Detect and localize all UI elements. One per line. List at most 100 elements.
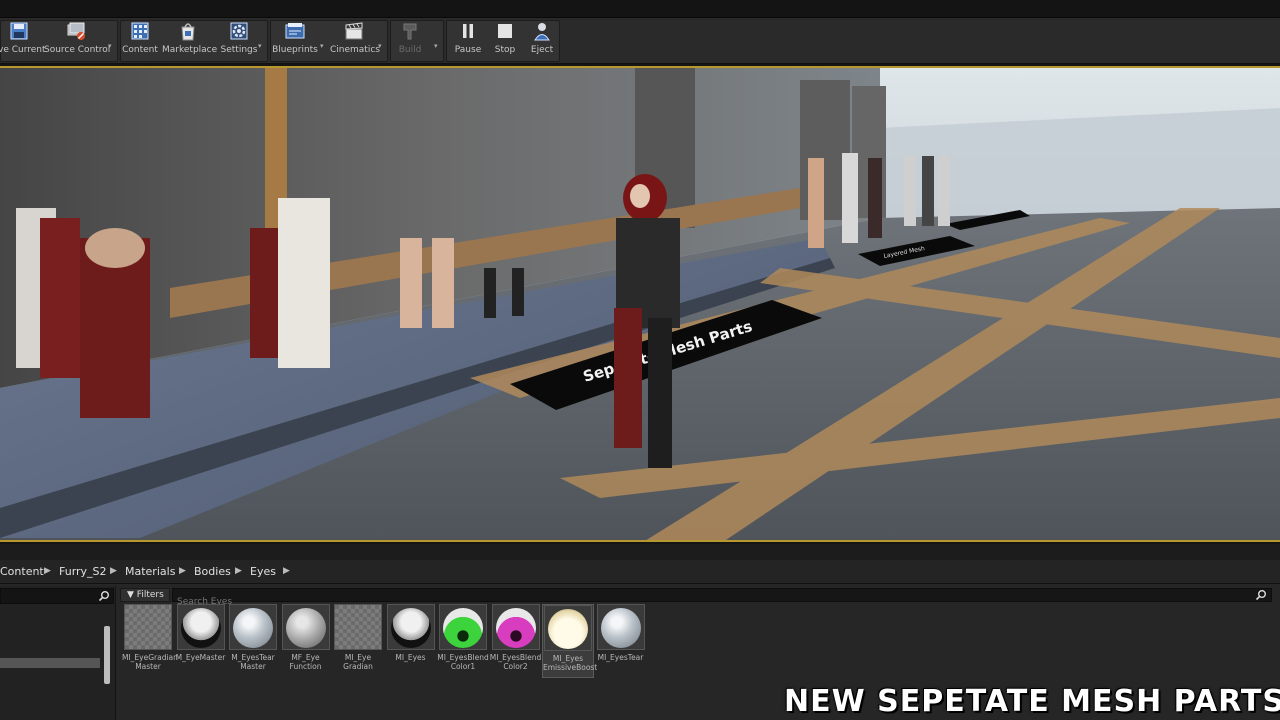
build-label: Build [398, 45, 422, 55]
folder-tree-scrollbar[interactable] [104, 626, 110, 684]
filters-label: Filters [136, 590, 164, 600]
build-button[interactable]: Build [394, 20, 426, 60]
save-icon [10, 22, 28, 40]
material-sphere-icon [233, 608, 273, 648]
settings-button[interactable]: Settings [220, 20, 258, 60]
breadcrumb-bodies[interactable]: Bodies [194, 565, 231, 578]
marketplace-label: Marketplace [162, 45, 218, 55]
marketplace-bag-icon [181, 23, 195, 41]
video-caption-banner: NEW SEPETATE MESH PARTS [784, 684, 1280, 719]
content-label: Content [122, 45, 158, 55]
asset-name: MI_Eyes [395, 653, 426, 662]
asset-tile[interactable]: MI_EyesBlend Color1 [437, 604, 489, 678]
material-sphere-icon [180, 608, 221, 648]
main-toolbar: ve Current Source Control ▾ Content Mark… [0, 18, 1280, 64]
asset-thumbnail [544, 605, 592, 651]
cinematics-label: Cinematics [330, 45, 380, 55]
asset-name: MI_EyesBlend Color2 [489, 653, 542, 671]
pause-icon [463, 24, 473, 38]
cinematics-clapper-icon [345, 22, 363, 40]
panel-splitter[interactable] [0, 544, 1280, 560]
asset-tile[interactable]: M_EyesTear Master [227, 604, 279, 678]
breadcrumb-arrow-icon[interactable]: ▶ [110, 566, 117, 576]
breadcrumb-furry-s2[interactable]: Furry_S2 [59, 565, 107, 578]
asset-tile[interactable]: MF_Eye Function [280, 604, 332, 678]
breadcrumb-materials[interactable]: Materials [125, 565, 175, 578]
editor-window: ve Current Source Control ▾ Content Mark… [0, 0, 1280, 720]
filters-button[interactable]: ▼ Filters ▾ [120, 588, 170, 612]
asset-tile[interactable]: MI_Eyes EmissiveBoost [542, 604, 598, 678]
settings-caret-icon[interactable]: ▾ [258, 42, 262, 50]
folder-tree-item[interactable] [0, 658, 100, 668]
eject-icon [534, 23, 550, 41]
asset-thumbnail [229, 604, 277, 650]
blueprints-button[interactable]: Blueprints [272, 20, 318, 60]
asset-name: MI_EyesTear [597, 653, 644, 662]
material-sphere-icon [548, 609, 588, 649]
asset-thumbnail [281, 604, 330, 650]
stop-button[interactable]: Stop [489, 20, 521, 60]
material-sphere-icon [390, 608, 431, 648]
cinematics-caret-icon[interactable]: ▾ [378, 42, 382, 50]
settings-label: Settings [220, 45, 258, 55]
content-button[interactable]: Content [122, 20, 158, 60]
asset-name: MI_Eyes EmissiveBoost [543, 654, 598, 672]
source-control-icon [67, 22, 85, 40]
settings-gear-icon [230, 22, 248, 40]
material-sphere-icon [495, 608, 536, 648]
breadcrumb-content[interactable]: Content [0, 565, 44, 578]
asset-thumbnail [124, 604, 172, 650]
pause-button[interactable]: Pause [452, 20, 484, 60]
source-control-caret-icon[interactable]: ▾ [108, 42, 112, 50]
breadcrumb-arrow-icon[interactable]: ▶ [179, 566, 186, 576]
asset-tile[interactable]: MI_Eye Gradian [332, 604, 384, 678]
asset-thumbnail [596, 604, 645, 650]
breadcrumb-eyes[interactable]: Eyes [250, 565, 276, 578]
asset-name: MI_Eye Gradian [343, 653, 373, 671]
asset-thumbnail [386, 604, 435, 650]
filter-funnel-icon: ▼ [127, 590, 134, 600]
eject-label: Eject [530, 45, 554, 55]
pause-label: Pause [454, 45, 482, 55]
asset-thumbnail [176, 604, 225, 650]
search-icon [98, 591, 109, 602]
build-caret-icon[interactable]: ▾ [434, 42, 438, 50]
breadcrumb-arrow-icon[interactable]: ▶ [44, 566, 51, 576]
asset-name: MI_EyesBlend Color1 [437, 653, 489, 671]
asset-tile[interactable]: MI_EyesBlend Color2 [490, 604, 542, 678]
content-grid-icon [131, 22, 149, 40]
search-icon [1255, 590, 1266, 601]
eject-button[interactable]: Eject [526, 20, 558, 60]
asset-name: MI_EyeGradian Master [122, 653, 178, 671]
level-viewport[interactable]: Sepetate Mesh Parts Layered Mesh [0, 66, 1280, 542]
breadcrumb-arrow-icon[interactable]: ▶ [283, 566, 290, 576]
material-sphere-icon [600, 608, 641, 648]
breadcrumb-arrow-icon[interactable]: ▶ [235, 566, 242, 576]
asset-name: M_EyesTear Master [231, 653, 275, 671]
blueprints-label: Blueprints [272, 45, 318, 55]
save-current-button[interactable]: ve Current [0, 20, 46, 60]
blueprints-caret-icon[interactable]: ▾ [320, 42, 324, 50]
asset-name: MF_Eye Function [289, 653, 322, 671]
asset-search-field[interactable] [172, 588, 1272, 608]
source-control-button[interactable]: Source Control [44, 20, 111, 60]
asset-tile[interactable]: M_EyeMaster [175, 604, 227, 678]
material-sphere-icon [285, 608, 326, 648]
asset-tile[interactable]: MI_EyesTear [595, 604, 647, 678]
folder-tree-panel [0, 586, 116, 720]
viewport-scene: Sepetate Mesh Parts Layered Mesh [0, 68, 1280, 540]
build-icon [403, 23, 417, 40]
blueprints-icon [285, 23, 305, 39]
stop-icon [498, 24, 512, 38]
source-control-label: Source Control [44, 45, 111, 55]
asset-name: M_EyeMaster [175, 653, 226, 662]
save-current-label: ve Current [0, 45, 46, 55]
asset-tile[interactable]: MI_EyeGradian Master [122, 604, 178, 678]
cinematics-button[interactable]: Cinematics [330, 20, 380, 60]
asset-tile[interactable]: MI_Eyes [385, 604, 437, 678]
folder-search-input[interactable] [0, 588, 114, 604]
asset-thumbnail [491, 604, 540, 650]
title-strip [0, 0, 1280, 18]
marketplace-button[interactable]: Marketplace [162, 20, 218, 60]
stop-label: Stop [494, 45, 516, 55]
